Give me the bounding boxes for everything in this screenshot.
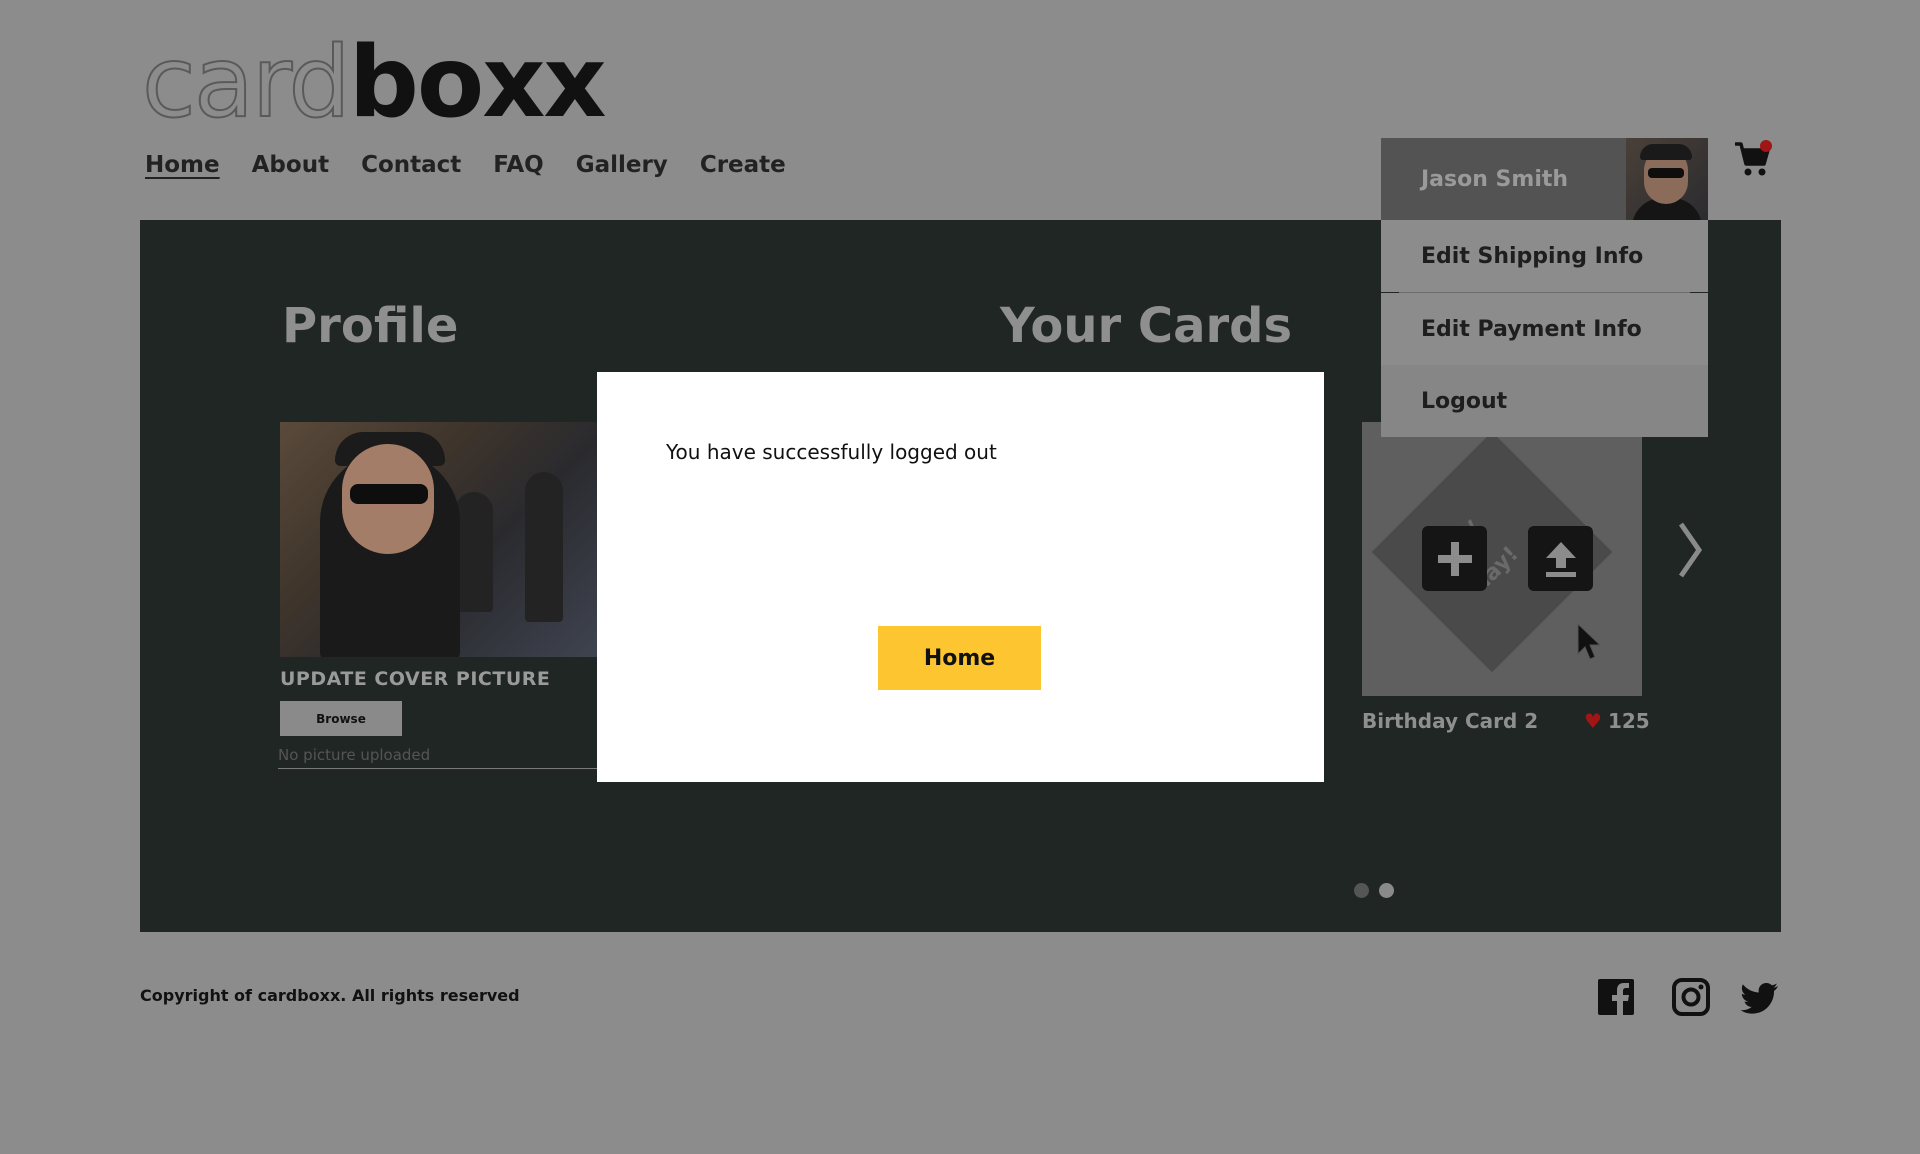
nav-contact[interactable]: Contact: [361, 152, 461, 178]
instagram-icon[interactable]: [1672, 978, 1710, 1016]
card-thumbnail[interactable]: ppyngday!: [1362, 422, 1642, 696]
carousel-dot-2[interactable]: [1379, 883, 1394, 898]
nav-create[interactable]: Create: [700, 152, 786, 178]
twitter-icon[interactable]: [1740, 978, 1778, 1016]
carousel-dot-1[interactable]: [1354, 883, 1369, 898]
heart-icon[interactable]: ♥: [1584, 709, 1602, 733]
file-status-text: No picture uploaded: [278, 746, 608, 769]
menu-edit-payment[interactable]: Edit Payment Info: [1381, 293, 1708, 365]
mouse-cursor-icon: [1577, 622, 1602, 660]
menu-edit-shipping[interactable]: Edit Shipping Info: [1381, 220, 1708, 292]
logo[interactable]: cardboxx: [141, 33, 607, 133]
nav-faq[interactable]: FAQ: [493, 152, 543, 178]
logout-modal: You have successfully logged out Home: [597, 372, 1324, 782]
profile-title: Profile: [282, 298, 459, 354]
carousel-pagination: [1354, 883, 1394, 898]
copyright-text: Copyright of cardboxx. All rights reserv…: [140, 986, 520, 1005]
likes-value: 125: [1607, 709, 1650, 733]
user-menu-toggle[interactable]: Jason Smith: [1381, 138, 1708, 220]
main-nav: Home About Contact FAQ Gallery Create: [145, 152, 786, 178]
chevron-right-icon[interactable]: [1675, 520, 1705, 580]
nav-home[interactable]: Home: [145, 152, 220, 178]
upload-icon: [1545, 541, 1576, 577]
modal-home-button[interactable]: Home: [878, 626, 1041, 690]
likes-count: ♥ 125: [1584, 709, 1650, 733]
modal-message: You have successfully logged out: [666, 440, 997, 464]
browse-button[interactable]: Browse: [280, 701, 402, 736]
add-card-button[interactable]: [1422, 526, 1487, 591]
logo-bold-text: boxx: [348, 26, 607, 140]
cart-button[interactable]: [1733, 140, 1772, 182]
cart-badge: [1760, 140, 1772, 152]
logo-light-text: card: [141, 26, 352, 140]
update-cover-label: UPDATE COVER PICTURE: [280, 668, 551, 690]
avatar: [1626, 138, 1708, 220]
cover-picture: [280, 422, 600, 657]
user-name: Jason Smith: [1421, 166, 1569, 192]
nav-gallery[interactable]: Gallery: [576, 152, 668, 178]
nav-about[interactable]: About: [252, 152, 329, 178]
plus-icon: [1437, 541, 1472, 576]
card-name: Birthday Card 2: [1362, 709, 1539, 733]
facebook-icon[interactable]: [1597, 978, 1635, 1016]
your-cards-title: Your Cards: [1000, 298, 1293, 354]
menu-logout[interactable]: Logout: [1381, 365, 1708, 437]
user-dropdown: Jason Smith Edit Shipping Info Edit Paym…: [1381, 138, 1708, 437]
upload-card-button[interactable]: [1528, 526, 1593, 591]
